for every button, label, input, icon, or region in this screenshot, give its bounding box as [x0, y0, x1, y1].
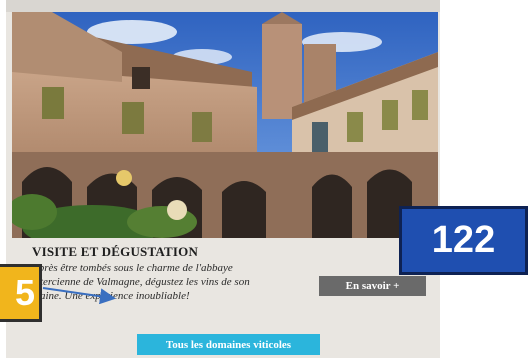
- card-top-border: [6, 0, 440, 12]
- annotation-badge-122: 122: [399, 206, 528, 275]
- all-wine-estates-button[interactable]: Tous les domaines viticoles: [137, 334, 320, 355]
- annotation-badge-5: 5: [0, 264, 42, 322]
- card-description: Après être tombés sous le charme de l'ab…: [32, 262, 250, 302]
- learn-more-button[interactable]: En savoir +: [319, 276, 426, 296]
- abbey-cloister-photo[interactable]: [12, 12, 438, 238]
- product-card: VISITE ET DÉGUSTATION Après être tombés …: [6, 0, 440, 358]
- card-title: VISITE ET DÉGUSTATION: [32, 244, 199, 259]
